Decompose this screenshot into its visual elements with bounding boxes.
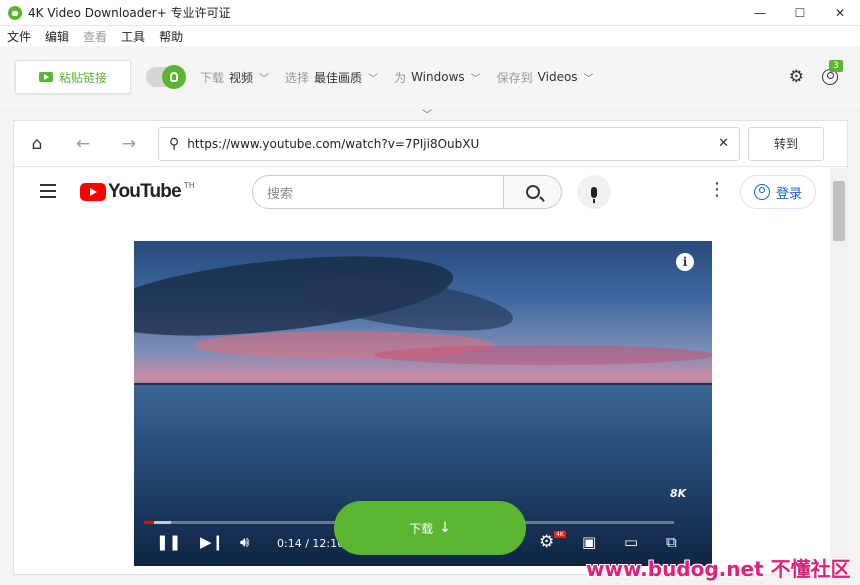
next-icon[interactable]: ▶❙ bbox=[200, 533, 224, 551]
youtube-header: YouTube TH 搜索 ⋮ 登录 bbox=[14, 167, 847, 219]
quality-value: 最佳画质 bbox=[314, 70, 363, 85]
youtube-play-icon bbox=[80, 183, 106, 201]
save-location-select[interactable]: 保存到 Videos ﹀ bbox=[497, 69, 594, 86]
theater-mode-icon[interactable]: ▭ bbox=[624, 533, 638, 551]
browser-nav-bar: ⌂ ← → ⚲ https://www.youtube.com/watch?v=… bbox=[14, 121, 847, 167]
volume-icon[interactable]: 🔊︎ bbox=[240, 533, 249, 551]
chevron-down-icon: ﹀ bbox=[470, 73, 481, 85]
save-location-label: 保存到 bbox=[496, 70, 533, 85]
search-icon: ⚲ bbox=[169, 135, 180, 152]
quality-select[interactable]: 选择 最佳画质 ﹀ bbox=[285, 69, 378, 86]
window-title: 4K Video Downloader+ 专业许可证 bbox=[28, 6, 231, 20]
info-icon[interactable]: i bbox=[676, 253, 694, 271]
page-scrollbar[interactable] bbox=[830, 168, 848, 574]
youtube-wordmark: YouTube bbox=[108, 181, 182, 202]
platform-value: Windows bbox=[411, 70, 465, 84]
title-bar: 4K Video Downloader+ 专业许可证 — ☐ ✕ bbox=[0, 0, 860, 26]
clear-icon[interactable]: ✕ bbox=[718, 136, 729, 151]
paste-link-label: 粘贴链接 bbox=[58, 70, 107, 85]
microphone-icon bbox=[591, 186, 597, 203]
youtube-logo[interactable]: YouTube TH bbox=[80, 181, 195, 203]
collapse-toolbar-chevron-icon[interactable]: ﹀ bbox=[422, 106, 432, 121]
smart-mode-toggle[interactable] bbox=[146, 65, 186, 89]
chevron-down-icon: ﹀ bbox=[259, 73, 270, 85]
settings-gear-icon[interactable]: ⚙ bbox=[789, 67, 804, 87]
cloud-shape bbox=[374, 345, 712, 365]
chevron-down-icon: ﹀ bbox=[583, 73, 594, 85]
country-code: TH bbox=[183, 181, 195, 190]
menu-edit[interactable]: 编辑 bbox=[38, 28, 76, 45]
sign-in-label: 登录 bbox=[775, 186, 802, 202]
download-button-label: 下载 bbox=[409, 521, 434, 536]
download-type-label: 下载 bbox=[200, 70, 225, 85]
minimize-button[interactable]: — bbox=[740, 0, 780, 26]
maximize-button[interactable]: ☐ bbox=[780, 0, 820, 26]
download-type-value: 视频 bbox=[229, 70, 254, 85]
notification-badge: 3 bbox=[829, 60, 843, 72]
pip-icon[interactable]: ⧉ bbox=[666, 533, 677, 551]
scrollbar-thumb[interactable] bbox=[833, 181, 845, 241]
youtube-search-input[interactable]: 搜索 bbox=[252, 175, 504, 209]
paste-link-button[interactable]: 粘贴链接 bbox=[15, 60, 131, 94]
youtube-search-button[interactable] bbox=[504, 175, 562, 209]
more-vertical-icon[interactable]: ⋮ bbox=[708, 181, 726, 199]
menu-bar: 文件 编辑 查看 工具 帮助 bbox=[0, 26, 860, 46]
voice-search-button[interactable] bbox=[577, 175, 611, 209]
site-watermark: www.budog.net 不懂社区 bbox=[586, 557, 851, 581]
go-button[interactable]: 转到 bbox=[748, 126, 824, 161]
quality-badge: 4K bbox=[554, 531, 566, 538]
progress-fill bbox=[144, 521, 154, 524]
url-input[interactable]: https://www.youtube.com/watch?v=7PIji8Ou… bbox=[187, 137, 718, 151]
account-icon[interactable]: 3 bbox=[822, 60, 843, 85]
close-button[interactable]: ✕ bbox=[820, 0, 860, 26]
menu-help[interactable]: 帮助 bbox=[152, 28, 190, 45]
toolbar-right: ⚙ 3 bbox=[789, 60, 843, 87]
quality-label: 选择 bbox=[285, 70, 310, 85]
lightbulb-icon bbox=[170, 72, 178, 82]
download-arrow-icon: ↓ bbox=[439, 520, 451, 536]
url-bar[interactable]: ⚲ https://www.youtube.com/watch?v=7PIji8… bbox=[158, 126, 740, 161]
home-icon[interactable]: ⌂ bbox=[14, 134, 60, 154]
download-type-select[interactable]: 下载 视频 ﹀ bbox=[200, 69, 269, 86]
time-display: 0:14 / 12:16 bbox=[277, 537, 345, 550]
hamburger-menu-icon[interactable] bbox=[40, 184, 56, 202]
forward-arrow-icon[interactable]: → bbox=[106, 134, 152, 154]
chevron-down-icon: ﹀ bbox=[368, 73, 379, 85]
magnifier-icon bbox=[525, 185, 540, 199]
menu-view[interactable]: 查看 bbox=[76, 28, 114, 45]
menu-file[interactable]: 文件 bbox=[0, 28, 38, 45]
video-watermark: 8K bbox=[670, 487, 687, 500]
window-controls: — ☐ ✕ bbox=[740, 0, 860, 26]
settings-icon[interactable]: ⚙ bbox=[539, 532, 554, 552]
sign-in-button[interactable]: 登录 bbox=[740, 175, 816, 209]
app-logo-icon bbox=[8, 5, 22, 20]
embedded-browser: ⌂ ← → ⚲ https://www.youtube.com/watch?v=… bbox=[13, 120, 848, 575]
platform-label: 为 bbox=[394, 70, 407, 85]
download-button[interactable]: 下载 ↓ bbox=[334, 501, 526, 555]
platform-select[interactable]: 为 Windows ﹀ bbox=[394, 69, 481, 86]
save-location-value: Videos bbox=[537, 70, 578, 84]
back-arrow-icon[interactable]: ← bbox=[60, 134, 106, 154]
video-play-icon bbox=[38, 72, 53, 82]
toolbar: 粘贴链接 下载 视频 ﹀ 选择 最佳画质 ﹀ 为 Windows ﹀ 保存到 V… bbox=[0, 46, 860, 108]
user-circle-icon bbox=[753, 184, 770, 200]
smart-mode-knob bbox=[162, 65, 186, 89]
pause-icon[interactable]: ❚❚ bbox=[156, 533, 181, 551]
miniplayer-icon[interactable]: ▣ bbox=[582, 533, 596, 551]
menu-tools[interactable]: 工具 bbox=[114, 28, 152, 45]
